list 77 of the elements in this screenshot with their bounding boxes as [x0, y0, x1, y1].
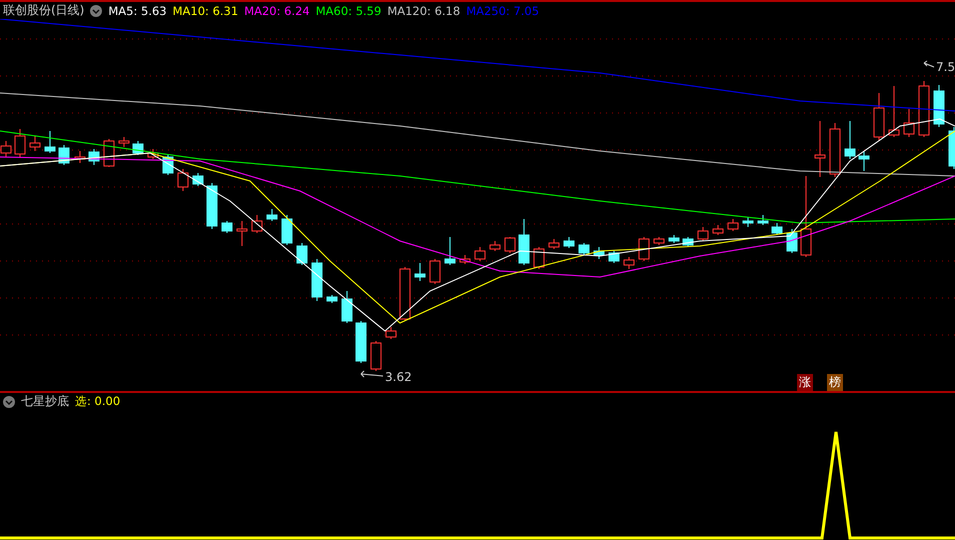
candlestick [772, 222, 782, 236]
dropdown-icon[interactable] [3, 396, 15, 408]
candlestick [534, 246, 544, 270]
candlestick [312, 258, 322, 302]
ma-value: MA120: 6.18 [387, 4, 460, 18]
candlestick [132, 140, 144, 156]
candlestick [564, 236, 574, 248]
candlestick [444, 236, 456, 266]
candlestick [728, 218, 738, 232]
candlestick [742, 216, 754, 228]
candlestick [266, 208, 278, 222]
event-badge[interactable]: 榜 [827, 374, 843, 391]
indicator-value: 选: 0.00 [75, 394, 120, 409]
candlestick [682, 236, 694, 248]
candlestick [786, 228, 798, 254]
candlestick [624, 256, 634, 270]
ma-value: MA5: 5.63 [108, 4, 167, 18]
candlestick [904, 108, 914, 138]
candlestick [654, 236, 664, 246]
candlestick [638, 236, 650, 262]
candlestick [830, 122, 840, 178]
candlestick [490, 240, 500, 252]
candlestick [400, 266, 410, 322]
stock-title: 联创股份(日线) [3, 2, 84, 19]
candlestick [518, 218, 530, 266]
candlestick [282, 214, 292, 246]
candlestick [814, 120, 826, 178]
event-badge[interactable]: 涨 [797, 374, 813, 391]
candlestick [222, 220, 232, 234]
candlestick [88, 148, 100, 166]
candlestick [844, 120, 856, 160]
candlestick [148, 148, 158, 160]
low-price-label: 3.62 [385, 370, 412, 384]
candlestick [608, 250, 620, 264]
dropdown-icon[interactable] [90, 4, 102, 16]
candlestick [192, 172, 204, 186]
candlestick [934, 84, 944, 128]
candlestick [178, 168, 188, 192]
candlestick [474, 246, 486, 262]
candlestick [758, 214, 768, 226]
ma-value: MA250: 7.05 [466, 4, 540, 18]
candlestick [504, 236, 516, 254]
candlestick [918, 80, 930, 138]
candlestick [712, 224, 724, 236]
candlestick [698, 226, 708, 242]
candlestick [356, 320, 366, 364]
candlestick [236, 220, 248, 246]
candlestick [460, 254, 470, 264]
arrow-icon [360, 370, 384, 378]
candlestick [44, 130, 56, 154]
candlestick [668, 234, 680, 244]
candlestick [74, 150, 86, 164]
high-price-label: 7.5 [936, 60, 955, 74]
candlestick [430, 258, 440, 284]
candlestick [548, 238, 560, 250]
candlestick [414, 262, 426, 282]
ma-value: MA60: 5.59 [316, 4, 382, 18]
candlestick [326, 294, 338, 304]
candlestick [858, 150, 870, 172]
candlestick [948, 126, 955, 170]
candlestick [594, 246, 604, 260]
arrow-icon [924, 60, 934, 68]
indicator-title: 七星抄底 [21, 393, 69, 410]
candlestick [386, 326, 396, 340]
candlestick [296, 242, 308, 266]
ma-value: MA10: 6.31 [172, 4, 238, 18]
ma-value: MA20: 6.24 [244, 4, 310, 18]
candlestick [888, 86, 900, 138]
candlestick [30, 136, 40, 152]
candlestick [118, 136, 130, 148]
candlestick [252, 214, 262, 234]
candlestick [206, 182, 218, 230]
candlestick [370, 340, 382, 372]
candlestick [874, 92, 884, 142]
candlestick [14, 128, 26, 158]
candlestick [342, 290, 352, 324]
candlestick [578, 242, 590, 256]
